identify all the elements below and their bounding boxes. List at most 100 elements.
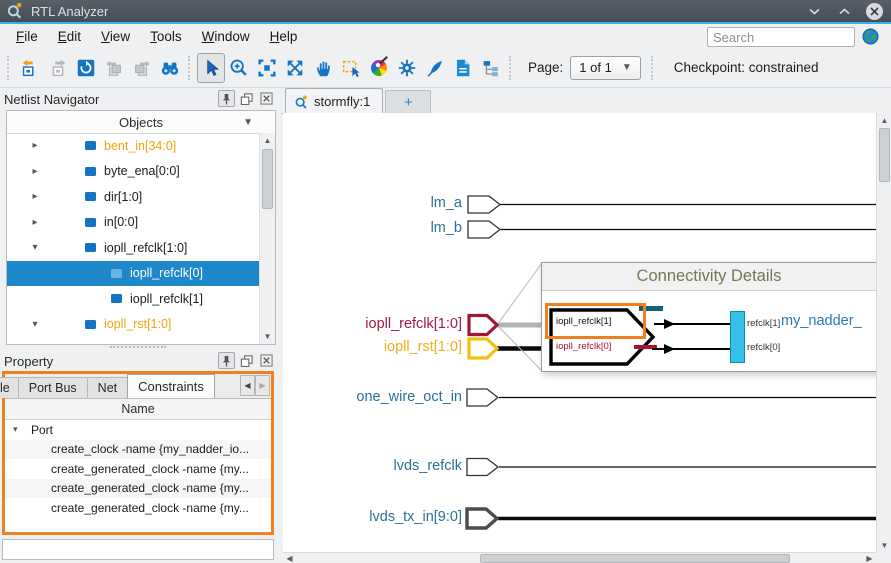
hierarchy-icon[interactable]: [477, 53, 505, 83]
scroll-right-icon[interactable]: ▶: [863, 553, 876, 563]
port-label-lm-a[interactable]: lm_a: [283, 195, 462, 211]
float-icon[interactable]: [238, 352, 255, 369]
target-pin-refclk1[interactable]: refclk[1]: [747, 318, 780, 329]
minimize-button[interactable]: [806, 3, 822, 19]
scroll-up-icon[interactable]: ▲: [260, 133, 275, 148]
source-pin-refclk0[interactable]: iopll_refclk[0]: [556, 341, 611, 352]
table-row[interactable]: create_generated_clock -name {my...: [5, 479, 271, 499]
port-label-one-wire[interactable]: one_wire_oct_in: [283, 389, 462, 405]
tree-item[interactable]: iopll_rst[0]: [7, 337, 260, 344]
bus-port-shape-rst[interactable]: [469, 339, 497, 358]
highlight-feather-icon[interactable]: [421, 53, 449, 83]
navigator-scrollbar[interactable]: ▲ ▼: [259, 133, 275, 344]
fit-view-icon[interactable]: [253, 53, 281, 83]
bus-port-shape-refclk[interactable]: [469, 316, 497, 335]
tree-item-selected[interactable]: iopll_refclk[0]: [7, 261, 260, 287]
scroll-down-icon[interactable]: ▼: [260, 329, 275, 344]
refresh-icon[interactable]: [72, 53, 100, 83]
tab-constraints[interactable]: Constraints: [127, 374, 215, 398]
table-row[interactable]: create_clock -name {my_nadder_io...: [5, 440, 271, 460]
select-cursor-icon[interactable]: [197, 53, 225, 83]
target-pin-refclk0[interactable]: refclk[0]: [747, 342, 780, 353]
forward-icon[interactable]: [44, 53, 72, 83]
tab-scroll-right-icon[interactable]: ▶: [255, 375, 270, 396]
pin-icon[interactable]: [218, 352, 235, 369]
expander-collapsed-icon[interactable]: ▸: [29, 140, 41, 151]
send-previous-icon[interactable]: [100, 53, 128, 83]
bus-port-shape-lvds[interactable]: [467, 509, 497, 528]
pan-icon[interactable]: [309, 53, 337, 83]
scrollbar-thumb[interactable]: [262, 149, 273, 209]
send-next-icon[interactable]: [128, 53, 156, 83]
tab-net[interactable]: Net: [87, 377, 128, 398]
toolbar-grip[interactable]: [188, 56, 193, 80]
close-button[interactable]: [866, 3, 883, 20]
name-column-header[interactable]: Name: [5, 399, 271, 420]
scrollbar-thumb[interactable]: [879, 128, 890, 182]
tree-item[interactable]: ▾iopll_refclk[1:0]: [7, 235, 260, 261]
scrollbar-thumb[interactable]: [480, 554, 790, 563]
tree-item[interactable]: ▾iopll_rst[1:0]: [7, 312, 260, 338]
menu-edit[interactable]: Edit: [48, 27, 91, 46]
tree-item[interactable]: ▸bent_in[34:0]: [7, 133, 260, 159]
menu-help[interactable]: Help: [260, 27, 308, 46]
tree-item[interactable]: ▸byte_ena[0:0]: [7, 159, 260, 185]
input-port-shape[interactable]: [467, 389, 498, 406]
scroll-down-icon[interactable]: ▼: [877, 538, 891, 552]
search-input[interactable]: [707, 27, 855, 47]
property-filter-input[interactable]: [2, 539, 274, 560]
tree-item[interactable]: ▸dir[1:0]: [7, 184, 260, 210]
tab-scroll-left-icon[interactable]: ◀: [240, 375, 255, 396]
close-icon[interactable]: [258, 90, 275, 107]
menu-view[interactable]: View: [91, 27, 140, 46]
menu-window[interactable]: Window: [192, 27, 260, 46]
report-icon[interactable]: [449, 53, 477, 83]
page-selector[interactable]: 1 of 1 ▼: [570, 56, 640, 80]
tree-item[interactable]: iopll_refclk[1]: [7, 286, 260, 312]
float-icon[interactable]: [238, 90, 255, 107]
menu-file[interactable]: File: [6, 27, 48, 46]
pin-icon[interactable]: [218, 90, 235, 107]
objects-column-header[interactable]: Objects ▼: [7, 111, 275, 134]
expander-collapsed-icon[interactable]: ▸: [29, 217, 41, 228]
menu-tools[interactable]: Tools: [140, 27, 192, 46]
table-row[interactable]: create_generated_clock -name {my...: [5, 459, 271, 479]
toolbar-grip[interactable]: [651, 56, 656, 80]
input-port-shape[interactable]: [467, 459, 498, 476]
tree-item[interactable]: ▸in[0:0]: [7, 210, 260, 236]
port-label-iopll-rst[interactable]: iopll_rst[1:0]: [283, 339, 462, 355]
scroll-left-icon[interactable]: ◀: [283, 553, 296, 563]
input-port-shape[interactable]: [468, 221, 500, 238]
tab-port-bus[interactable]: Port Bus: [18, 377, 88, 398]
expander-collapsed-icon[interactable]: ▸: [29, 166, 41, 177]
expander-expanded-icon[interactable]: ▾: [29, 319, 41, 330]
expander-collapsed-icon[interactable]: ▸: [29, 191, 41, 202]
back-icon[interactable]: [16, 53, 44, 83]
maximize-button[interactable]: [836, 3, 852, 19]
module-port-block[interactable]: [730, 311, 745, 363]
new-tab-button[interactable]: +: [385, 90, 431, 113]
scroll-up-icon[interactable]: ▲: [877, 113, 891, 127]
color-settings-icon[interactable]: [365, 53, 393, 83]
close-icon[interactable]: [258, 352, 275, 369]
rubber-band-select-icon[interactable]: [337, 53, 365, 83]
input-port-shape[interactable]: [468, 196, 500, 213]
tab-module[interactable]: le: [0, 377, 19, 398]
expand-icon[interactable]: [281, 53, 309, 83]
find-icon[interactable]: [156, 53, 184, 83]
port-label-lm-b[interactable]: lm_b: [283, 220, 462, 236]
schematic-canvas[interactable]: lm_a lm_b iopll_refclk[1:0] iopll_rst[1:…: [283, 113, 876, 552]
tab-stormfly[interactable]: stormfly:1: [285, 88, 383, 113]
canvas-vertical-scrollbar[interactable]: ▲ ▼: [876, 113, 891, 552]
table-row[interactable]: create_generated_clock -name {my...: [5, 498, 271, 518]
table-row-group[interactable]: ▾Port: [5, 420, 271, 440]
toolbar-grip[interactable]: [509, 56, 514, 80]
help-globe-icon[interactable]: [862, 28, 879, 50]
expander-expanded-icon[interactable]: ▾: [13, 424, 25, 435]
port-label-lvds-refclk[interactable]: lvds_refclk: [283, 458, 462, 474]
toolbar-grip[interactable]: [7, 56, 12, 80]
port-label-lvds-tx[interactable]: lvds_tx_in[9:0]: [283, 509, 462, 525]
expander-expanded-icon[interactable]: ▾: [29, 242, 41, 253]
port-label-iopll-refclk[interactable]: iopll_refclk[1:0]: [283, 316, 462, 332]
source-pin-refclk1[interactable]: iopll_refclk[1]: [556, 316, 611, 327]
